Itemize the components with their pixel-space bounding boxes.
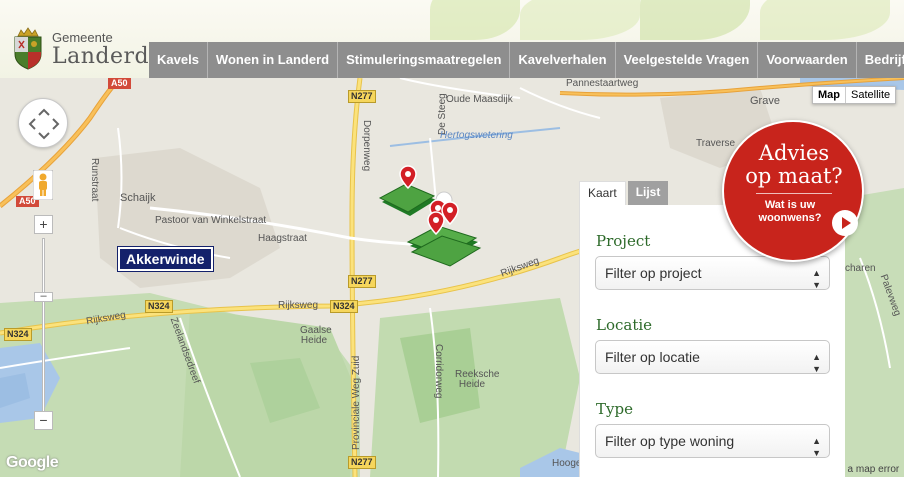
- report-map-error-link[interactable]: t a map error: [842, 464, 899, 475]
- plot-marker-icon[interactable]: [404, 190, 486, 276]
- decorative-leaf: [430, 0, 520, 40]
- map-label: Corridorweg: [433, 344, 444, 399]
- project-label: Project: [596, 232, 651, 250]
- type-label: Type: [596, 400, 633, 418]
- street-view-pegman-icon[interactable]: [33, 170, 53, 200]
- map-label: Hooge: [552, 458, 582, 469]
- site-header: Gemeente Landerd Kavels Wonen in Landerd…: [0, 0, 904, 78]
- zoom-out-button[interactable]: −: [34, 411, 53, 430]
- map-label: Provinciale Weg Zuid: [351, 355, 362, 450]
- map-label: Pastoor van Winkelstraat: [155, 215, 267, 226]
- highway-shield: A50: [108, 78, 131, 89]
- badge-subtitle: Wat is uw woonwens?: [758, 199, 822, 224]
- google-logo[interactable]: Google: [6, 454, 59, 472]
- select-arrows-icon: ▲ ▼: [812, 268, 821, 290]
- road-shield: N324: [145, 300, 173, 313]
- badge-divider: [756, 193, 832, 194]
- map-label: Oude Maasdijk: [446, 94, 513, 105]
- municipality-crest-icon[interactable]: [10, 26, 46, 70]
- map-canvas[interactable]: Schaijk Runstraat Pastoor van Winkelstra…: [0, 78, 904, 477]
- decorative-leaf: [760, 0, 890, 40]
- locatie-select-value: Filter op locatie: [605, 349, 700, 365]
- type-select-value: Filter op type woning: [605, 433, 735, 449]
- tab-lijst[interactable]: Lijst: [627, 181, 669, 205]
- decorative-leaf: [520, 0, 640, 40]
- select-arrows-icon: ▲ ▼: [812, 352, 821, 374]
- road-shield: N277: [348, 275, 376, 288]
- advies-op-maat-badge[interactable]: Advies op maat? Wat is uw woonwens?: [722, 120, 864, 262]
- pan-control[interactable]: [18, 98, 68, 148]
- main-navigation: Kavels Wonen in Landerd Stimuleringsmaat…: [149, 42, 904, 78]
- map-type-map-button[interactable]: Map: [813, 87, 846, 103]
- map-label: Pannestaartweg: [566, 78, 639, 89]
- map-label: Grave: [750, 95, 780, 107]
- map-type-satellite-button[interactable]: Satellite: [846, 87, 895, 103]
- play-icon[interactable]: [832, 210, 858, 236]
- locatie-label: Locatie: [596, 316, 653, 334]
- zoom-slider-handle[interactable]: –: [34, 291, 53, 302]
- nav-item-kavelverhalen[interactable]: Kavelverhalen: [510, 42, 616, 78]
- map-label: Runstraat: [89, 158, 100, 202]
- type-select[interactable]: Filter op type woning ▲ ▼: [595, 424, 830, 458]
- nav-item-stimuleringsmaatregelen[interactable]: Stimuleringsmaatregelen: [338, 42, 511, 78]
- map-label: charen: [845, 263, 876, 274]
- nav-item-wonen[interactable]: Wonen in Landerd: [208, 42, 339, 78]
- badge-title: Advies op maat?: [745, 141, 843, 188]
- select-arrows-icon: ▲ ▼: [812, 436, 821, 458]
- zoom-slider-track[interactable]: [42, 238, 45, 424]
- nav-item-voorwaarden[interactable]: Voorwaarden: [758, 42, 857, 78]
- road-shield: N277: [348, 456, 376, 469]
- map-label: Dorpenweg: [361, 120, 372, 172]
- nav-item-veelgestelde-vragen[interactable]: Veelgestelde Vragen: [616, 42, 759, 78]
- map-label: Reeksche Heide: [455, 369, 500, 390]
- road-shield: N324: [4, 328, 32, 341]
- village-name-sign: Akkerwinde: [117, 246, 214, 272]
- zoom-in-button[interactable]: +: [34, 215, 53, 234]
- map-label: Haagstraat: [258, 233, 307, 244]
- nav-item-kavels[interactable]: Kavels: [149, 42, 208, 78]
- road-shield: N277: [348, 90, 376, 103]
- view-tabs: Kaart Lijst: [579, 181, 669, 205]
- map-label: Rijksweg: [278, 300, 319, 311]
- pan-arrows-icon: [28, 108, 60, 140]
- nav-item-bedrijfslocatie[interactable]: Bedrijfslocatie: [857, 42, 904, 78]
- locatie-select[interactable]: Filter op locatie ▲ ▼: [595, 340, 830, 374]
- brand-subtitle: Gemeente: [52, 30, 113, 45]
- project-select-value: Filter op project: [605, 265, 702, 281]
- decorative-leaf: [640, 0, 750, 40]
- brand-title[interactable]: Landerd: [52, 44, 149, 69]
- map-label: Hertogswetering: [440, 130, 513, 141]
- map-type-control: Map Satellite: [812, 86, 897, 104]
- map-label: Schaijk: [120, 192, 156, 204]
- tab-kaart[interactable]: Kaart: [579, 181, 626, 205]
- map-label: Gaalse Heide: [300, 325, 332, 346]
- road-shield: N324: [330, 300, 358, 313]
